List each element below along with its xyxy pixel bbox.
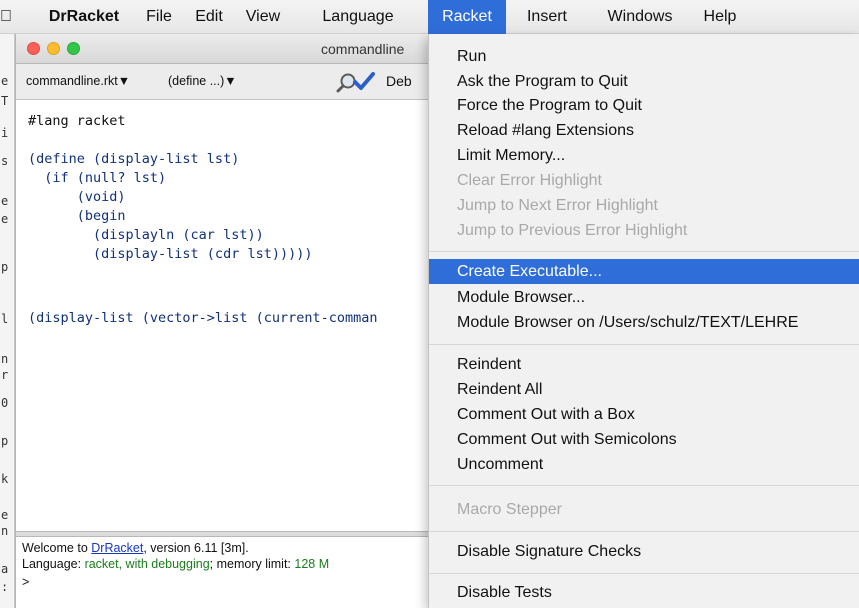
code-line: #lang racket xyxy=(28,113,126,129)
code-line: (displayln (car lst)) xyxy=(28,227,264,243)
menu-item-reload-lang[interactable]: Reload #lang Extensions xyxy=(429,118,859,143)
menu-help[interactable]: Help xyxy=(697,0,743,34)
menu-item-comment-box[interactable]: Comment Out with a Box xyxy=(429,402,859,427)
menu-windows[interactable]: Windows xyxy=(592,0,688,34)
code-line: (if (null? lst) xyxy=(28,170,167,186)
menu-separator xyxy=(429,251,859,252)
debug-button-label[interactable]: Deb xyxy=(386,73,412,89)
memory-prefix: ; memory limit: xyxy=(209,557,295,571)
code-line: (begin xyxy=(28,208,126,224)
close-window-button[interactable] xyxy=(27,42,40,55)
menu-insert[interactable]: Insert xyxy=(516,0,578,34)
menu-item-reindent[interactable]: Reindent xyxy=(429,352,859,377)
menu-separator xyxy=(429,344,859,345)
menu-item-force-quit[interactable]: Force the Program to Quit xyxy=(429,93,859,118)
menu-racket[interactable]: Racket xyxy=(428,0,506,34)
racket-menu-dropdown: Run Ask the Program to Quit Force the Pr… xyxy=(428,34,859,608)
window-toolbar: commandline.rkt▼ (define ...)▼ Deb xyxy=(16,64,455,100)
file-popup-menu[interactable]: commandline.rkt▼ xyxy=(26,74,130,88)
menu-item-macro-stepper: Macro Stepper xyxy=(457,501,562,518)
menu-item-module-browser[interactable]: Module Browser... xyxy=(429,285,859,310)
menu-item-previous-error: Jump to Previous Error Highlight xyxy=(457,222,688,239)
menu-language[interactable]: Language xyxy=(294,0,422,34)
welcome-prefix: Welcome to xyxy=(22,541,92,555)
menu-separator xyxy=(429,531,859,532)
menu-view[interactable]: View xyxy=(238,0,288,34)
minimize-window-button[interactable] xyxy=(47,42,60,55)
debug-magnifier-check-icon[interactable] xyxy=(336,71,376,93)
zoom-window-button[interactable] xyxy=(67,42,80,55)
menu-separator xyxy=(429,485,859,486)
menu-file[interactable]: File xyxy=(137,0,181,34)
menu-item-ask-quit[interactable]: Ask the Program to Quit xyxy=(429,69,859,94)
menu-item-reindent-all[interactable]: Reindent All xyxy=(429,377,859,402)
menu-item-comment-semicolons[interactable]: Comment Out with Semicolons xyxy=(429,427,859,452)
welcome-suffix: , version 6.11 [3m]. xyxy=(143,541,249,555)
menu-item-disable-signature-checks[interactable]: Disable Signature Checks xyxy=(429,539,859,564)
menu-bar:  DrRacket File Edit View Language Racke… xyxy=(0,0,859,34)
code-line: (display-list (vector->list (current-com… xyxy=(28,310,378,326)
language-value: racket, with debugging xyxy=(84,557,210,571)
menu-item-uncomment[interactable]: Uncomment xyxy=(429,452,859,477)
menu-item-next-error: Jump to Next Error Highlight xyxy=(457,197,658,214)
menu-separator xyxy=(429,573,859,574)
menu-item-run[interactable]: Run xyxy=(429,44,859,69)
code-line: (define (display-list lst) xyxy=(28,151,240,167)
interactions-pane[interactable]: Welcome to DrRacket, version 6.11 [3m]. … xyxy=(16,537,455,608)
repl-language-line: Language: racket, with debugging; memory… xyxy=(22,557,329,571)
background-window-edge: e T i s e e p l n r 0 p k e n a : xyxy=(0,34,15,608)
menu-app-drracket[interactable]: DrRacket xyxy=(40,0,128,34)
menu-item-limit-memory[interactable]: Limit Memory... xyxy=(429,143,859,168)
drracket-window: commandline commandline.rkt▼ (define ...… xyxy=(15,34,455,608)
menu-item-create-executable[interactable]: Create Executable... xyxy=(429,259,859,284)
drracket-link[interactable]: DrRacket xyxy=(91,541,143,555)
window-title: commandline xyxy=(321,41,405,57)
code-line: (void) xyxy=(28,189,126,205)
menu-edit[interactable]: Edit xyxy=(187,0,231,34)
definitions-editor[interactable]: #lang racket (define (display-list lst) … xyxy=(16,101,455,531)
code-line: (display-list (cdr lst))))) xyxy=(28,246,313,262)
define-popup-menu[interactable]: (define ...)▼ xyxy=(168,74,237,88)
window-titlebar[interactable]: commandline xyxy=(16,34,455,64)
memory-value: 128 M xyxy=(294,557,330,571)
menu-item-module-browser-on[interactable]: Module Browser on /Users/schulz/TEXT/LEH… xyxy=(429,310,859,335)
repl-welcome-line: Welcome to DrRacket, version 6.11 [3m]. xyxy=(22,541,249,555)
repl-prompt: > xyxy=(22,575,30,589)
apple-menu-icon[interactable]:  xyxy=(0,0,12,34)
language-prefix: Language: xyxy=(22,557,85,571)
menu-item-disable-tests[interactable]: Disable Tests xyxy=(429,580,859,605)
menu-item-clear-error: Clear Error Highlight xyxy=(457,172,602,189)
